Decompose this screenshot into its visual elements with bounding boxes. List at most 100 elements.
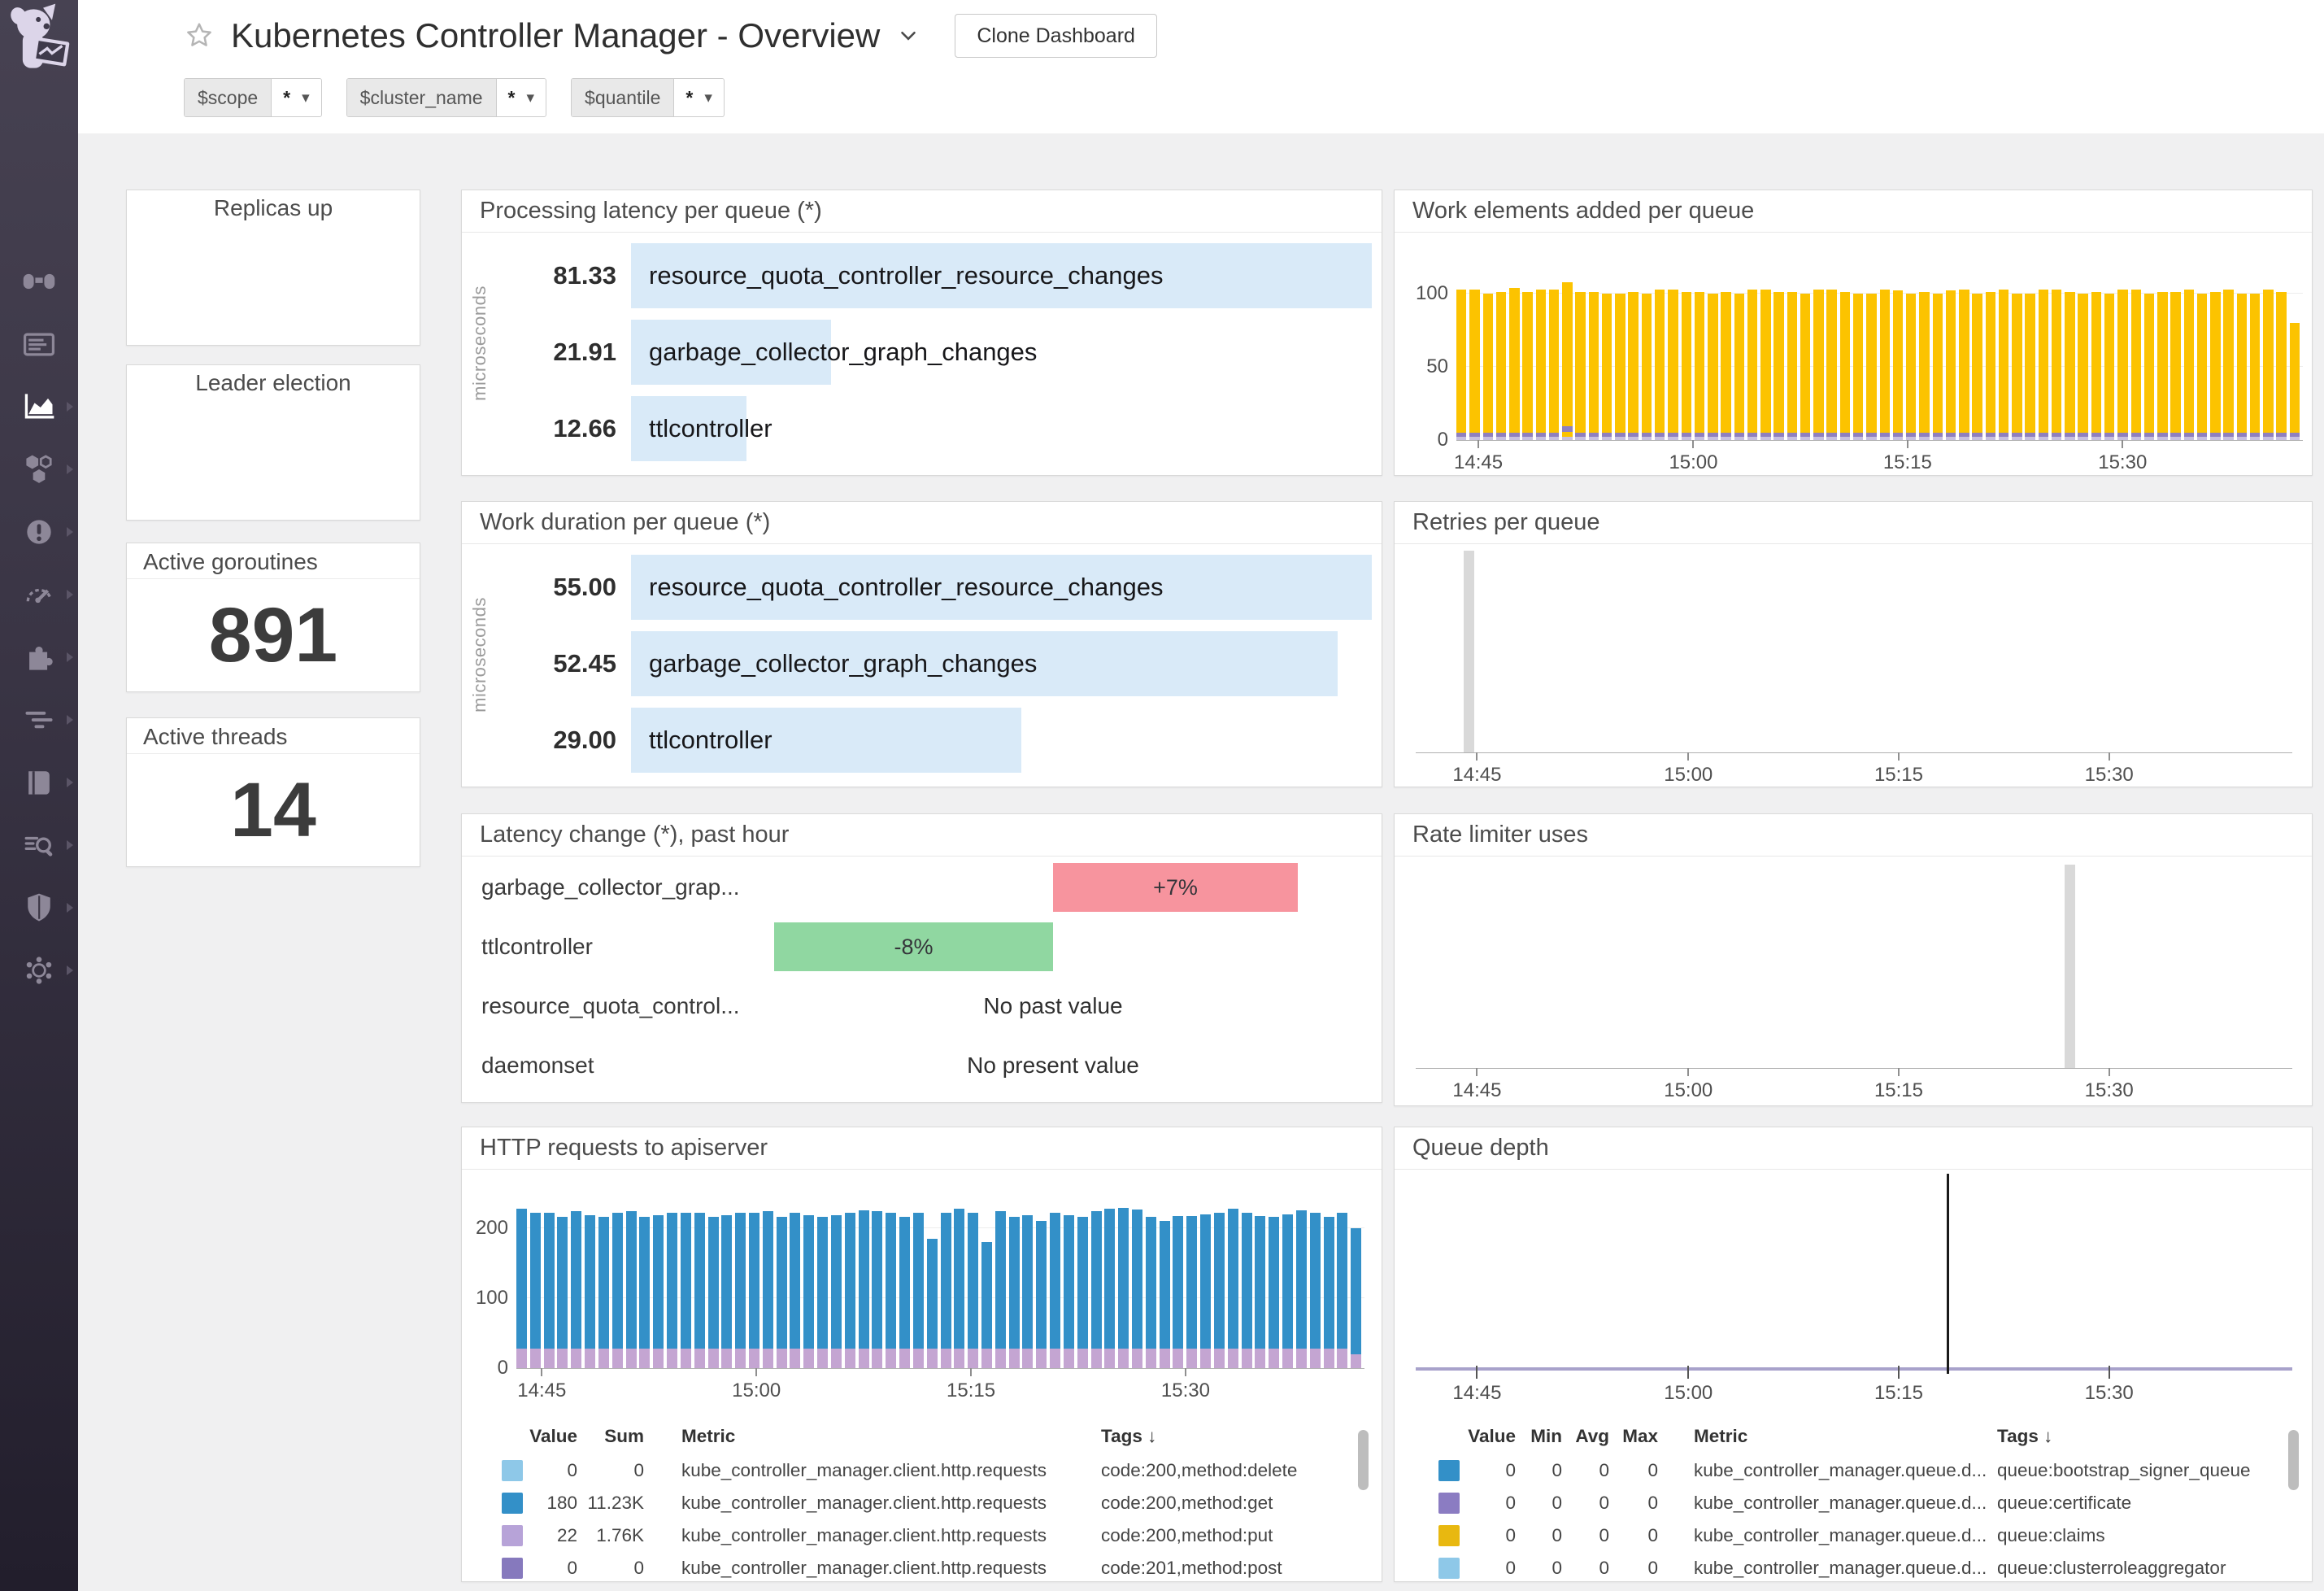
seg-purple [611,1348,623,1368]
seg-purple [1469,433,1480,437]
sidebar-item-integrations[interactable] [0,626,78,688]
x-axis-label: 15:15 [1874,1079,1923,1101]
seg-blue [1309,1213,1321,1349]
submenu-arrow-icon [67,589,73,599]
x-axis-label: 14:45 [517,1380,567,1401]
change-row[interactable]: resource_quota_control... No past value [462,980,1382,1032]
seg-blue [1241,1213,1252,1349]
toplist-row[interactable]: 12.66 ttlcontroller [494,390,1372,467]
widget-title[interactable]: Processing latency per queue (*) [462,190,1382,233]
legend-scrollbar[interactable] [2288,1430,2299,1490]
toplist-row[interactable]: 55.00 resource_quota_controller_resource_… [494,549,1372,626]
sidebar-item-dashboards[interactable] [0,375,78,438]
legend-row[interactable]: 0 0 0 0 kube_controller_manager.queue.d... qu… [1395,1519,2312,1552]
seg-yellow [1734,294,1745,433]
rate-chart-plot[interactable]: 14:45 15:00 15:15 15:30 [1416,860,2292,1101]
widget-title[interactable]: Latency change (*), past hour [462,814,1382,857]
stacked-bar [1681,292,1691,440]
stacked-bar [762,1210,773,1368]
legend-row[interactable]: 0 0 kube_controller_manager.client.http.re… [462,1454,1382,1487]
seg-purple [2289,433,2300,437]
sidebar-item-events[interactable] [0,312,78,375]
change-row[interactable]: garbage_collector_grap... +7% [462,861,1382,913]
seg-blue [543,1213,555,1349]
clone-dashboard-button[interactable]: Clone Dashboard [955,14,1157,58]
chevron-down-icon[interactable] [896,24,920,48]
datadog-logo-icon[interactable] [5,3,73,78]
seg-purple [529,1348,541,1368]
x-axis-label: 15:30 [2084,1382,2134,1404]
widget-title[interactable]: Rate limiter uses [1395,814,2312,857]
seg-purple [625,1348,637,1368]
change-rows[interactable]: garbage_collector_grap... +7% ttlcontrolle… [462,857,1382,1102]
legend-row[interactable]: 0 0 kube_controller_manager.client.http.re… [462,1552,1382,1584]
legend-row[interactable]: 0 0 0 0 kube_controller_manager.queue.d... qu… [1395,1487,2312,1519]
toplist-label: resource_quota_controller_resource_chang… [649,573,1164,601]
legend-metric: kube_controller_manager.queue.d... [1694,1558,1987,1578]
sidebar-item-security[interactable] [0,876,78,939]
stacked-bar [1323,1217,1334,1368]
toplist-row[interactable]: 29.00 ttlcontroller [494,702,1372,778]
legend-row[interactable]: 0 0 0 0 kube_controller_manager.queue.d... qu… [1395,1454,2312,1487]
legend-metric: kube_controller_manager.client.http.requ… [681,1460,1047,1480]
legend-max: 0 [1647,1493,1658,1513]
template-var-cluster_name[interactable]: $cluster_name * ▾ [346,78,547,117]
sidebar-item-notebooks[interactable] [0,751,78,813]
stacked-bar [1227,1208,1238,1368]
stacked-bar [844,1213,855,1368]
stacked-bar [926,1238,938,1368]
seg-purple [1998,433,2009,437]
widget-title[interactable]: Active threads [127,718,420,754]
http-requests-plot[interactable]: 14:45 15:00 15:15 15:30 [516,1175,1364,1401]
sidebar-item-logs[interactable] [0,813,78,876]
sidebar-item-watchdog[interactable] [0,250,78,312]
widget-title[interactable]: HTTP requests to apiserver [462,1127,1382,1170]
widget-title[interactable]: Replicas up [127,190,420,221]
seg-purple [1482,433,1493,437]
legend-scrollbar[interactable] [1358,1430,1369,1490]
toplist-barzone: ttlcontroller [631,708,1372,773]
widget-title[interactable]: Queue depth [1395,1127,2312,1170]
template-var-quantile[interactable]: $quantile * ▾ [571,78,725,117]
seg-yellow [2012,294,2022,433]
seg-purple [817,1348,829,1368]
legend-row[interactable]: 22 1.76K kube_controller_manager.client.ht… [462,1519,1382,1552]
stacked-bar [2236,294,2248,440]
widget-title[interactable]: Active goroutines [127,543,420,579]
seg-purple [1972,433,1982,437]
legend-row[interactable]: 180 11.23K kube_controller_manager.client.… [462,1487,1382,1519]
legend-swatch [502,1460,523,1481]
seg-purple [1708,433,1718,437]
change-row[interactable]: ttlcontroller -8% [462,921,1382,973]
queue-chart-plot[interactable]: 14:45 15:00 15:15 15:30 [1416,1172,2292,1404]
sidebar-item-metrics[interactable] [0,563,78,626]
seg-yellow [1562,281,1573,426]
stacked-bar [2289,323,2300,440]
widget-title[interactable]: Work duration per queue (*) [462,502,1382,544]
seg-blue [858,1210,869,1349]
title-row: Kubernetes Controller Manager - Overview… [184,7,1157,65]
sidebar-item-network[interactable] [0,939,78,1001]
widget-title[interactable]: Work elements added per queue [1395,190,2312,233]
seg-blue [886,1213,897,1349]
x-axis-tickmark [1897,1366,1900,1379]
toplist-row[interactable]: 21.91 garbage_collector_graph_changes [494,314,1372,390]
toplist-rows[interactable]: 55.00 resource_quota_controller_resource_… [494,549,1372,778]
seg-blue [1282,1214,1294,1349]
work-elements-plot[interactable]: 14:45 15:00 15:15 15:30 [1454,238,2303,473]
template-var-scope[interactable]: $scope * ▾ [184,78,322,117]
widget-title[interactable]: Leader election [127,365,420,396]
toplist-row[interactable]: 52.45 garbage_collector_graph_changes [494,626,1372,702]
sidebar-item-apm[interactable] [0,688,78,751]
seg-purple [1090,1348,1102,1368]
toplist-value: 81.33 [553,261,616,290]
change-row[interactable]: daemonset No present value [462,1040,1382,1092]
sidebar-item-infrastructure[interactable] [0,438,78,500]
widget-title[interactable]: Retries per queue [1395,502,2312,544]
retries-chart-plot[interactable]: 14:45 15:00 15:15 15:30 [1416,546,2292,786]
toplist-rows[interactable]: 81.33 resource_quota_controller_resource_… [494,238,1372,467]
sidebar-item-monitors[interactable] [0,500,78,563]
toplist-row[interactable]: 81.33 resource_quota_controller_resource_… [494,238,1372,314]
star-icon[interactable] [184,20,215,51]
legend-row[interactable]: 0 0 0 0 kube_controller_manager.queue.d... qu… [1395,1552,2312,1584]
